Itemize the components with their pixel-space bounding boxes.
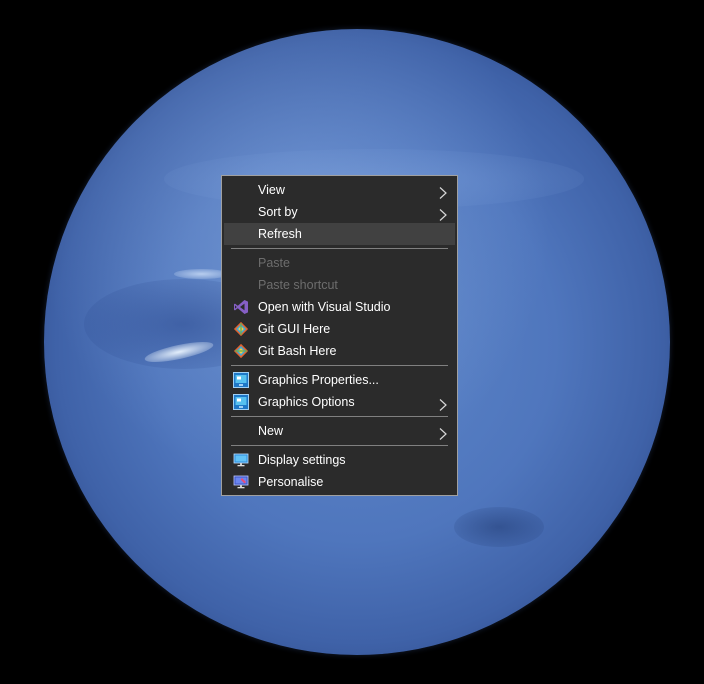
menu-item-personalise[interactable]: Personalise [224, 471, 455, 493]
menu-item-refresh[interactable]: Refresh [224, 223, 455, 245]
menu-item-sort-by[interactable]: Sort by [224, 201, 455, 223]
menu-separator [231, 365, 448, 366]
menu-item-view[interactable]: View [224, 179, 455, 201]
menu-item-display-settings[interactable]: Display settings [224, 449, 455, 471]
display-settings-icon [233, 452, 249, 468]
chevron-right-icon [439, 425, 447, 440]
menu-item-graphics-properties[interactable]: Graphics Properties... [224, 369, 455, 391]
menu-item-paste-shortcut: Paste shortcut [224, 274, 455, 296]
menu-item-label: Open with Visual Studio [258, 300, 391, 314]
chevron-right-icon [439, 184, 447, 199]
chevron-right-icon [439, 206, 447, 221]
menu-item-open-with-visual-studio[interactable]: Open with Visual Studio [224, 296, 455, 318]
menu-item-label: Graphics Properties... [258, 373, 379, 387]
menu-separator [231, 248, 448, 249]
menu-item-label: Paste shortcut [258, 278, 338, 292]
menu-item-label: Paste [258, 256, 290, 270]
menu-item-new[interactable]: New [224, 420, 455, 442]
menu-item-label: Refresh [258, 227, 302, 241]
menu-item-label: Personalise [258, 475, 324, 489]
git-gui-icon [233, 321, 249, 337]
menu-item-label: New [258, 424, 284, 438]
menu-item-graphics-options[interactable]: Graphics Options [224, 391, 455, 413]
menu-item-paste: Paste [224, 252, 455, 274]
graphics-options-icon [233, 394, 249, 410]
desktop-context-menu: View Sort by Refresh Paste Paste shortcut Ope… [221, 175, 458, 496]
git-bash-icon [233, 343, 249, 359]
graphics-properties-icon [233, 372, 249, 388]
menu-item-label: Display settings [258, 453, 346, 467]
menu-item-label: Git Bash Here [258, 344, 337, 358]
visual-studio-icon [233, 299, 249, 315]
menu-item-label: View [258, 183, 285, 197]
menu-separator [231, 416, 448, 417]
menu-item-git-gui-here[interactable]: Git GUI Here [224, 318, 455, 340]
menu-item-label: Sort by [258, 205, 298, 219]
menu-item-label: Git GUI Here [258, 322, 331, 336]
menu-item-label: Graphics Options [258, 395, 355, 409]
personalise-icon [233, 474, 249, 490]
chevron-right-icon [439, 396, 447, 411]
menu-item-git-bash-here[interactable]: Git Bash Here [224, 340, 455, 362]
desktop[interactable]: View Sort by Refresh Paste Paste shortcut Ope… [0, 0, 704, 684]
menu-separator [231, 445, 448, 446]
